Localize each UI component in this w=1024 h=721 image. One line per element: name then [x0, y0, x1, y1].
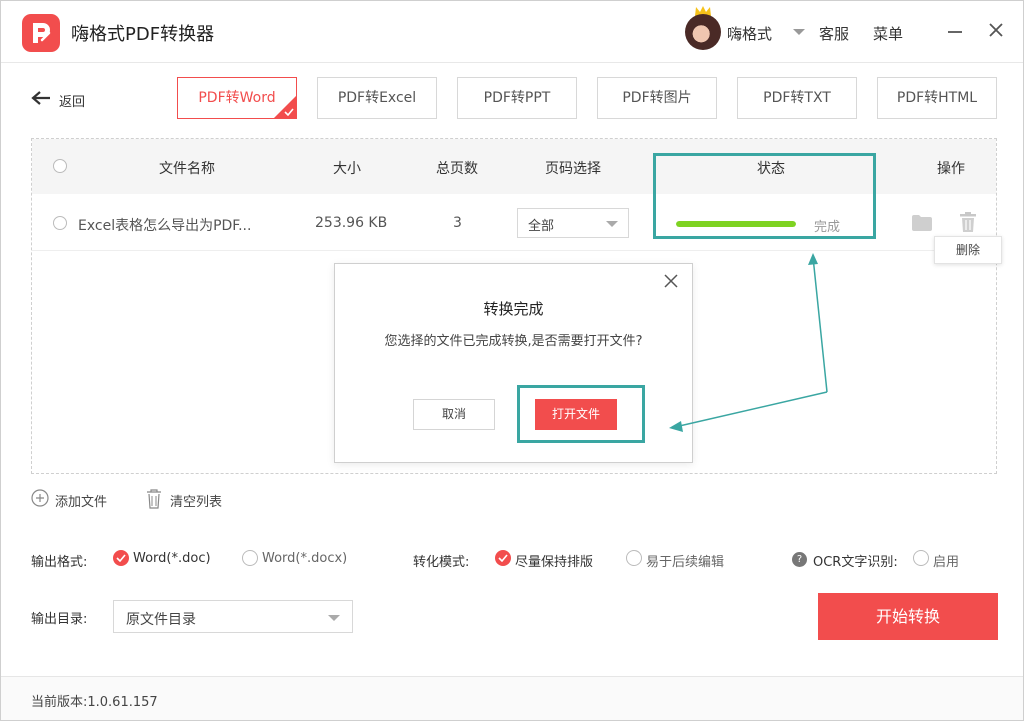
page-count: 3	[453, 215, 462, 231]
chevron-down-icon	[328, 615, 340, 621]
mode-keep-layout-radio[interactable]	[495, 550, 511, 566]
file-name: Excel表格怎么导出为PDF...	[78, 218, 252, 234]
tab-label: PDF转Word	[198, 90, 276, 106]
output-format-label: 输出格式:	[31, 555, 88, 570]
app-logo-icon	[22, 14, 60, 52]
tab-label: PDF转TXT	[763, 90, 831, 106]
title-bar: 嗨格式PDF转换器 嗨格式 客服 菜单	[1, 1, 1023, 63]
cancel-button[interactable]: 取消	[413, 399, 495, 430]
check-icon	[498, 554, 508, 562]
conversion-complete-dialog: 转换完成 您选择的文件已完成转换,是否需要打开文件? 取消 打开文件	[334, 263, 693, 463]
format-doc-radio[interactable]	[113, 550, 129, 566]
open-folder-icon[interactable]	[912, 215, 932, 231]
tab-label: PDF转Excel	[337, 90, 417, 106]
mode-easy-edit-radio[interactable]	[626, 550, 642, 566]
user-name[interactable]: 嗨格式	[727, 23, 772, 44]
minimize-icon[interactable]	[948, 31, 962, 33]
arrow-left-icon	[31, 91, 50, 105]
output-dir-value: 原文件目录	[126, 612, 196, 628]
output-dir-label: 输出目录:	[31, 612, 88, 627]
close-icon[interactable]	[664, 274, 678, 288]
file-size: 253.96 KB	[315, 215, 388, 231]
format-doc-label[interactable]: Word(*.doc)	[133, 551, 211, 566]
col-action: 操作	[937, 161, 965, 177]
dialog-message: 您选择的文件已完成转换,是否需要打开文件?	[384, 334, 643, 349]
ocr-enable-radio[interactable]	[913, 550, 929, 566]
tab-label: PDF转PPT	[483, 90, 551, 106]
col-file-name: 文件名称	[159, 161, 215, 177]
status-footer: 当前版本:1.0.61.157	[1, 676, 1023, 720]
file-list-area: 文件名称 大小 总页数 页码选择 状态 操作 Excel表格怎么导出为PDF..…	[31, 138, 1002, 474]
customer-service-link[interactable]: 客服	[819, 23, 849, 44]
tab-pdf-to-excel[interactable]: PDF转Excel	[317, 77, 437, 119]
back-label: 返回	[59, 95, 86, 110]
ocr-enable-label[interactable]: 启用	[933, 551, 959, 570]
app-title: 嗨格式PDF转换器	[71, 24, 215, 45]
add-file-button[interactable]: 添加文件	[31, 489, 121, 510]
dialog-title: 转换完成	[483, 300, 544, 318]
start-conversion-button[interactable]: 开始转换	[818, 593, 998, 640]
page-range-select[interactable]: 全部	[517, 208, 629, 238]
clear-list-label: 清空列表	[170, 495, 223, 510]
back-button[interactable]: 返回	[31, 88, 101, 110]
format-docx-radio[interactable]	[242, 550, 258, 566]
conversion-mode-label: 转化模式:	[413, 555, 470, 570]
tab-pdf-to-word[interactable]: PDF转Word	[177, 77, 297, 119]
tab-label: PDF转图片	[622, 90, 692, 106]
delete-tooltip: 删除	[934, 236, 1002, 264]
row-select-radio[interactable]	[53, 216, 67, 230]
mode-easy-edit-label[interactable]: 易于后续编辑	[646, 551, 724, 570]
version-text: 当前版本:1.0.61.157	[31, 695, 158, 710]
tab-pdf-to-image[interactable]: PDF转图片	[597, 77, 717, 119]
help-icon[interactable]: ?	[792, 552, 807, 567]
mode-keep-layout-label[interactable]: 尽量保持排版	[515, 551, 593, 570]
app-window: 嗨格式PDF转换器 嗨格式 客服 菜单 返回 PDF转Word PDF转Exce…	[0, 0, 1024, 721]
user-avatar[interactable]	[685, 14, 721, 50]
col-size: 大小	[333, 161, 361, 177]
status-highlight-box	[653, 153, 876, 239]
page-range-value: 全部	[528, 219, 555, 234]
col-page-select: 页码选择	[545, 161, 601, 177]
col-pages: 总页数	[436, 161, 478, 177]
ocr-label: OCR文字识别:	[813, 555, 898, 570]
check-icon	[116, 554, 126, 562]
select-all-radio[interactable]	[53, 159, 67, 173]
open-button-highlight-box	[517, 385, 645, 443]
format-docx-label[interactable]: Word(*.docx)	[262, 551, 347, 566]
delete-icon[interactable]	[960, 212, 976, 232]
check-icon	[284, 108, 294, 116]
output-dir-select[interactable]: 原文件目录	[113, 600, 353, 633]
clear-list-button[interactable]: 清空列表	[146, 489, 236, 510]
tab-pdf-to-ppt[interactable]: PDF转PPT	[457, 77, 577, 119]
plus-circle-icon	[31, 489, 49, 507]
trash-icon	[147, 489, 161, 509]
tab-pdf-to-html[interactable]: PDF转HTML	[877, 77, 997, 119]
close-window-icon[interactable]	[987, 21, 1005, 39]
tab-label: PDF转HTML	[896, 90, 978, 106]
menu-link[interactable]: 菜单	[873, 23, 903, 44]
tab-pdf-to-txt[interactable]: PDF转TXT	[737, 77, 857, 119]
user-dropdown-icon[interactable]	[793, 29, 805, 35]
add-file-label: 添加文件	[55, 495, 108, 510]
chevron-down-icon	[606, 221, 618, 227]
